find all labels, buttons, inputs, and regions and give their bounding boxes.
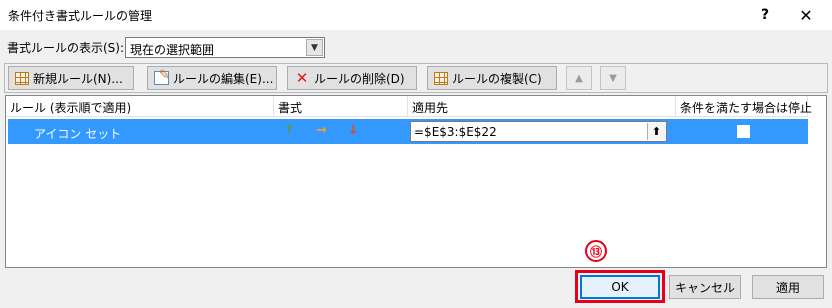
- rule-name: アイコン セット: [34, 127, 122, 141]
- title-bar: 条件付き書式ルールの管理 ? ✕: [0, 0, 832, 30]
- edit-rule-label: ルールの編集(E)...: [173, 71, 274, 86]
- column-header-applies-to[interactable]: 適用先: [408, 96, 676, 117]
- column-header-rule[interactable]: ルール (表示順で適用): [6, 96, 274, 117]
- apply-button[interactable]: 適用: [752, 275, 824, 299]
- arrow-right-icon: →: [316, 123, 327, 138]
- delete-rule-label: ルールの削除(D): [314, 71, 405, 86]
- range-select-icon[interactable]: ⬆: [647, 123, 665, 140]
- applies-to-input[interactable]: =$E$3:$E$22 ⬆: [410, 121, 667, 142]
- help-button[interactable]: ?: [745, 2, 785, 28]
- chevron-up-icon: ▲: [575, 72, 583, 84]
- show-rules-dropdown[interactable]: 現在の選択範囲 ▼: [125, 37, 325, 58]
- ok-button[interactable]: OK: [580, 275, 660, 299]
- step-number-badge: ⑬: [585, 240, 607, 262]
- duplicate-rule-button[interactable]: ルールの複製(C): [427, 66, 557, 90]
- applies-to-value: =$E$3:$E$22: [414, 125, 497, 139]
- edit-rule-button[interactable]: ルールの編集(E)...: [147, 66, 277, 90]
- format-preview: ↑ → ↓: [278, 123, 398, 140]
- table-grid-icon: [434, 71, 448, 85]
- delete-x-icon: ✕: [295, 69, 309, 87]
- move-down-button[interactable]: ▼: [600, 66, 626, 90]
- new-rule-label: 新規ルール(N)...: [33, 71, 123, 86]
- move-up-button[interactable]: ▲: [566, 66, 592, 90]
- chevron-down-icon[interactable]: ▼: [306, 39, 323, 56]
- column-header-format[interactable]: 書式: [274, 96, 408, 117]
- chevron-down-icon: ▼: [609, 72, 617, 84]
- column-header-stop-if-true[interactable]: 条件を満たす場合は停止: [676, 96, 812, 117]
- window-title: 条件付き書式ルールの管理: [8, 9, 153, 23]
- delete-rule-button[interactable]: ✕ ルールの削除(D): [287, 66, 417, 90]
- close-button[interactable]: ✕: [786, 2, 826, 28]
- edit-pencil-icon: [154, 68, 170, 85]
- duplicate-rule-label: ルールの複製(C): [452, 71, 542, 86]
- arrow-down-icon: ↓: [348, 123, 359, 138]
- table-grid-icon: [15, 71, 29, 85]
- table-row[interactable]: アイコン セット ↑ → ↓ =$E$3:$E$22 ⬆: [8, 119, 808, 144]
- new-rule-button[interactable]: 新規ルール(N)...: [8, 66, 134, 90]
- show-rules-label: 書式ルールの表示(S):: [7, 41, 125, 55]
- arrow-up-icon: ↑: [284, 123, 295, 138]
- show-rules-value: 現在の選択範囲: [130, 43, 215, 57]
- rules-list[interactable]: ルール (表示順で適用) 書式 適用先 条件を満たす場合は停止 アイコン セット…: [5, 95, 827, 268]
- cancel-button[interactable]: キャンセル: [669, 275, 741, 299]
- stop-if-true-checkbox[interactable]: [737, 125, 750, 138]
